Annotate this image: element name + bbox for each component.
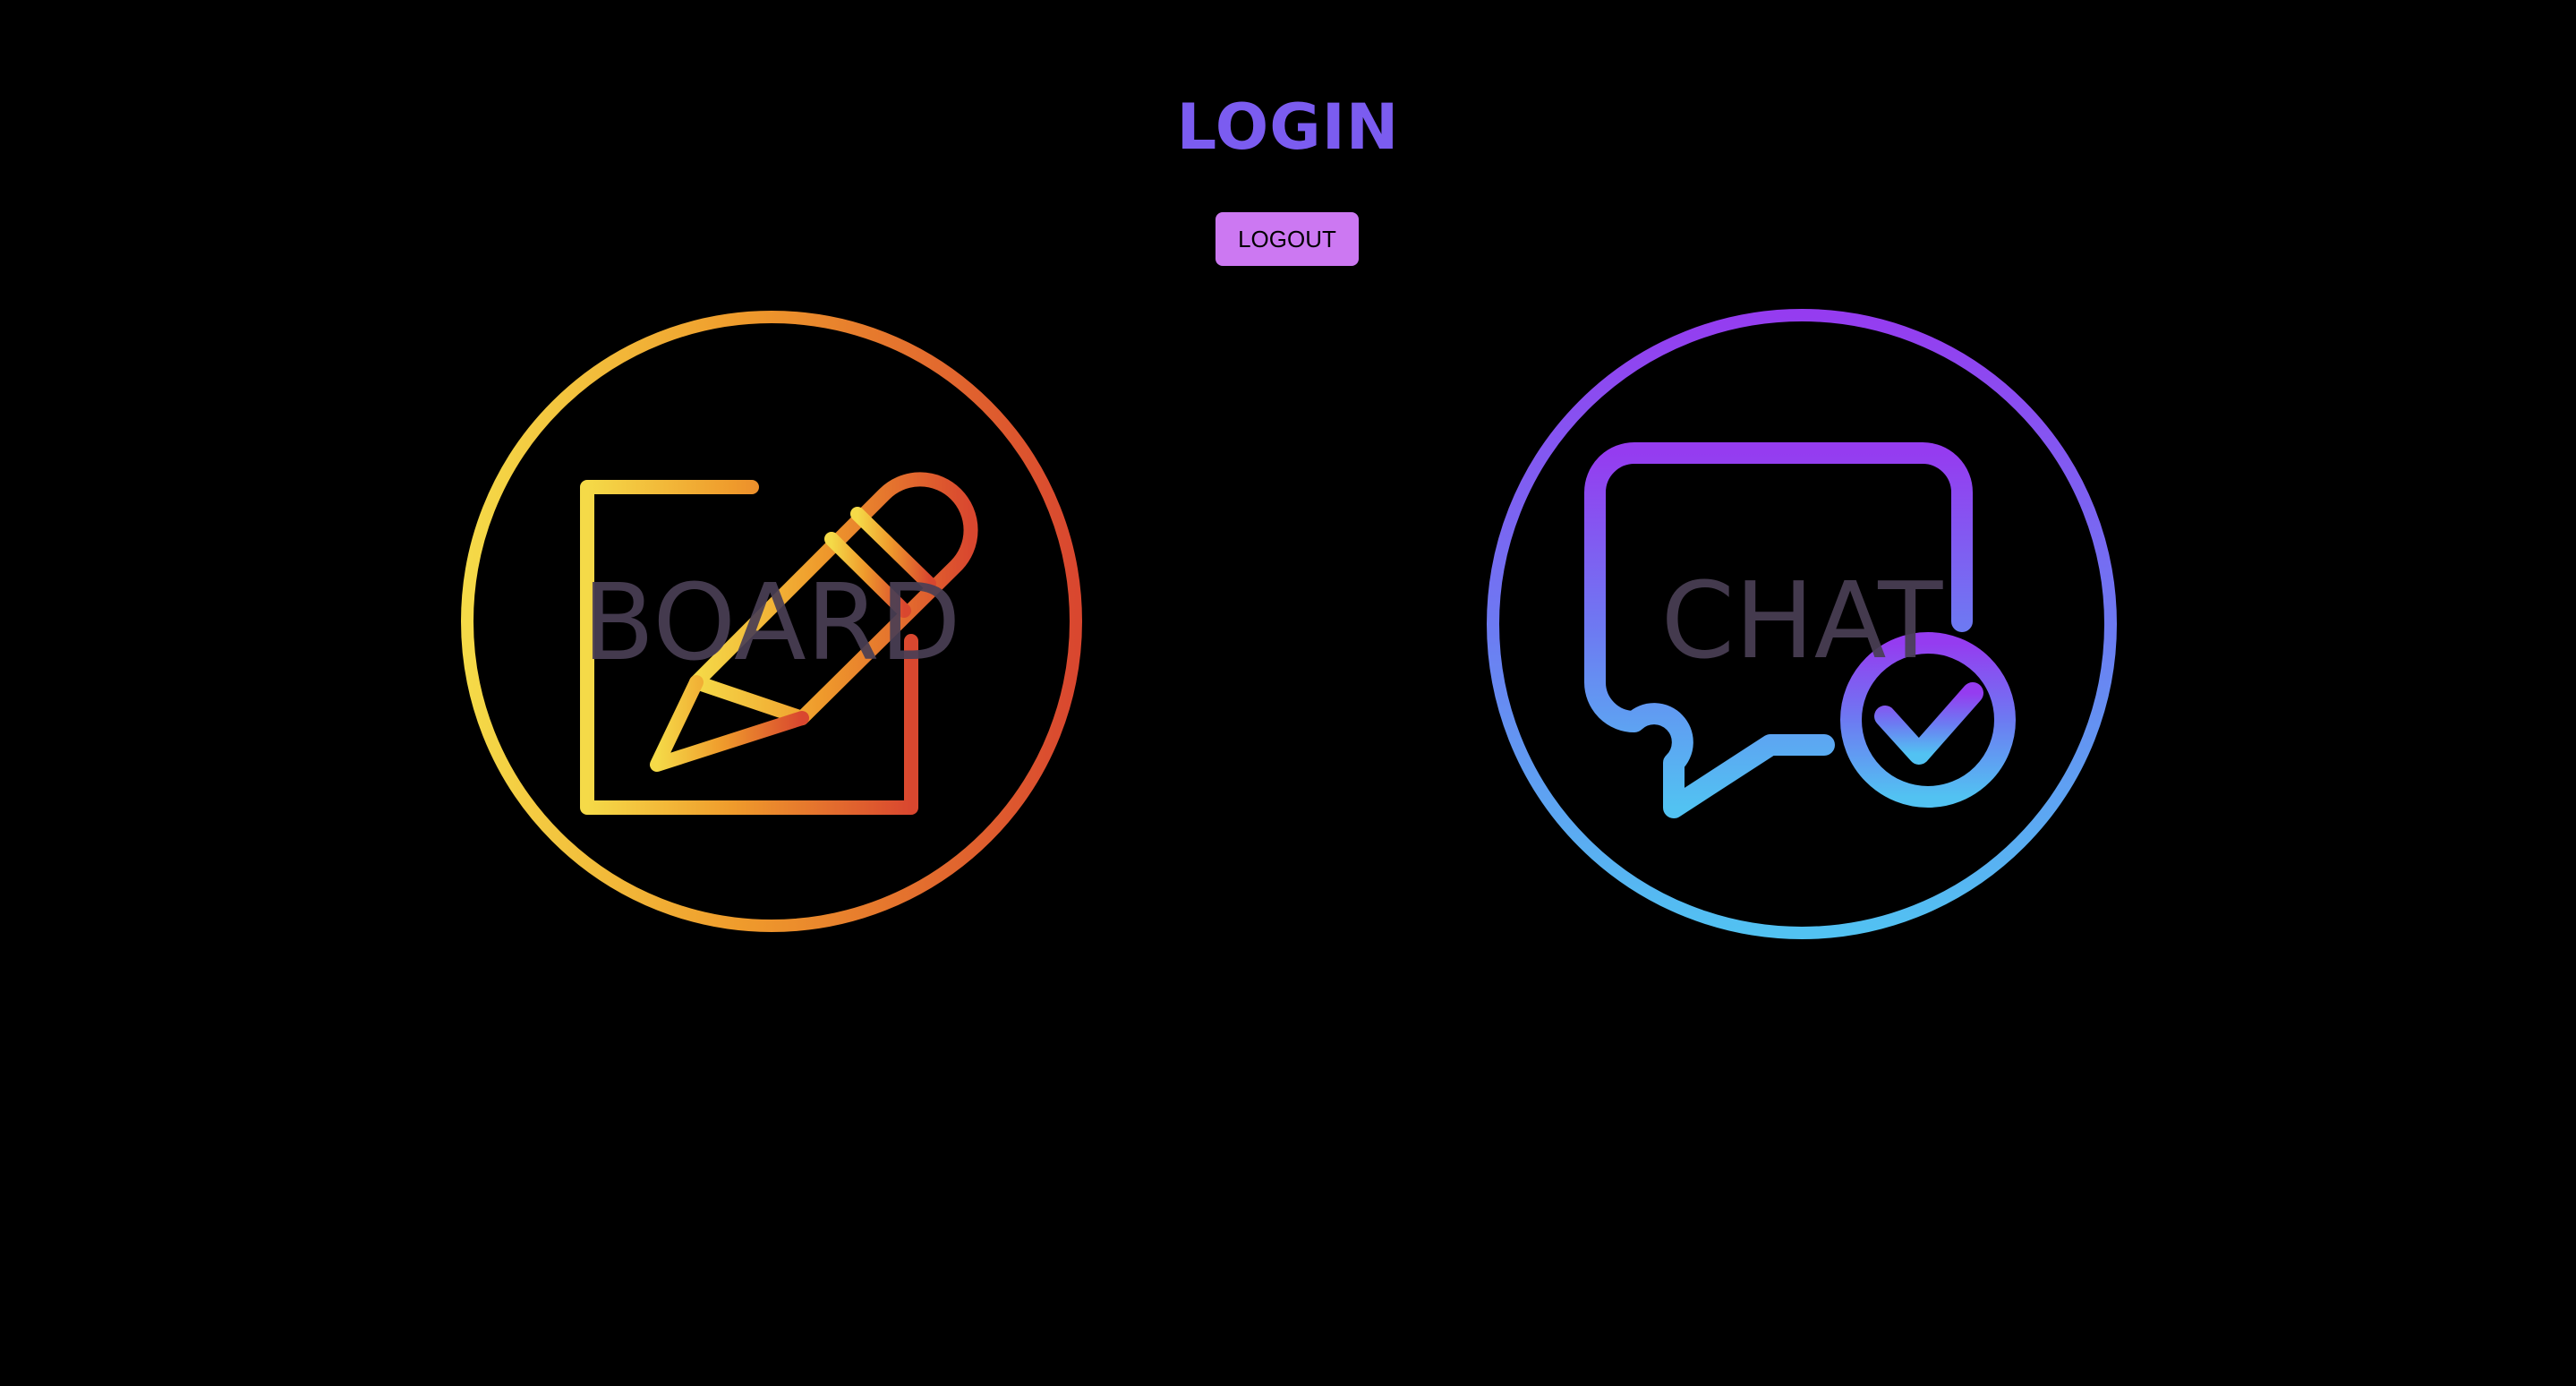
board-label: BOARD [582,560,961,684]
board-link[interactable]: BOARD [456,306,1087,937]
chat-label: CHAT [1660,559,1943,682]
logout-button[interactable]: LOGOUT [1215,212,1359,266]
home-page: LOGIN LOGOUT BOARD CHAT [0,0,2576,1386]
page-title: LOGIN [1176,90,1400,164]
chat-link[interactable]: CHAT [1484,306,2120,942]
